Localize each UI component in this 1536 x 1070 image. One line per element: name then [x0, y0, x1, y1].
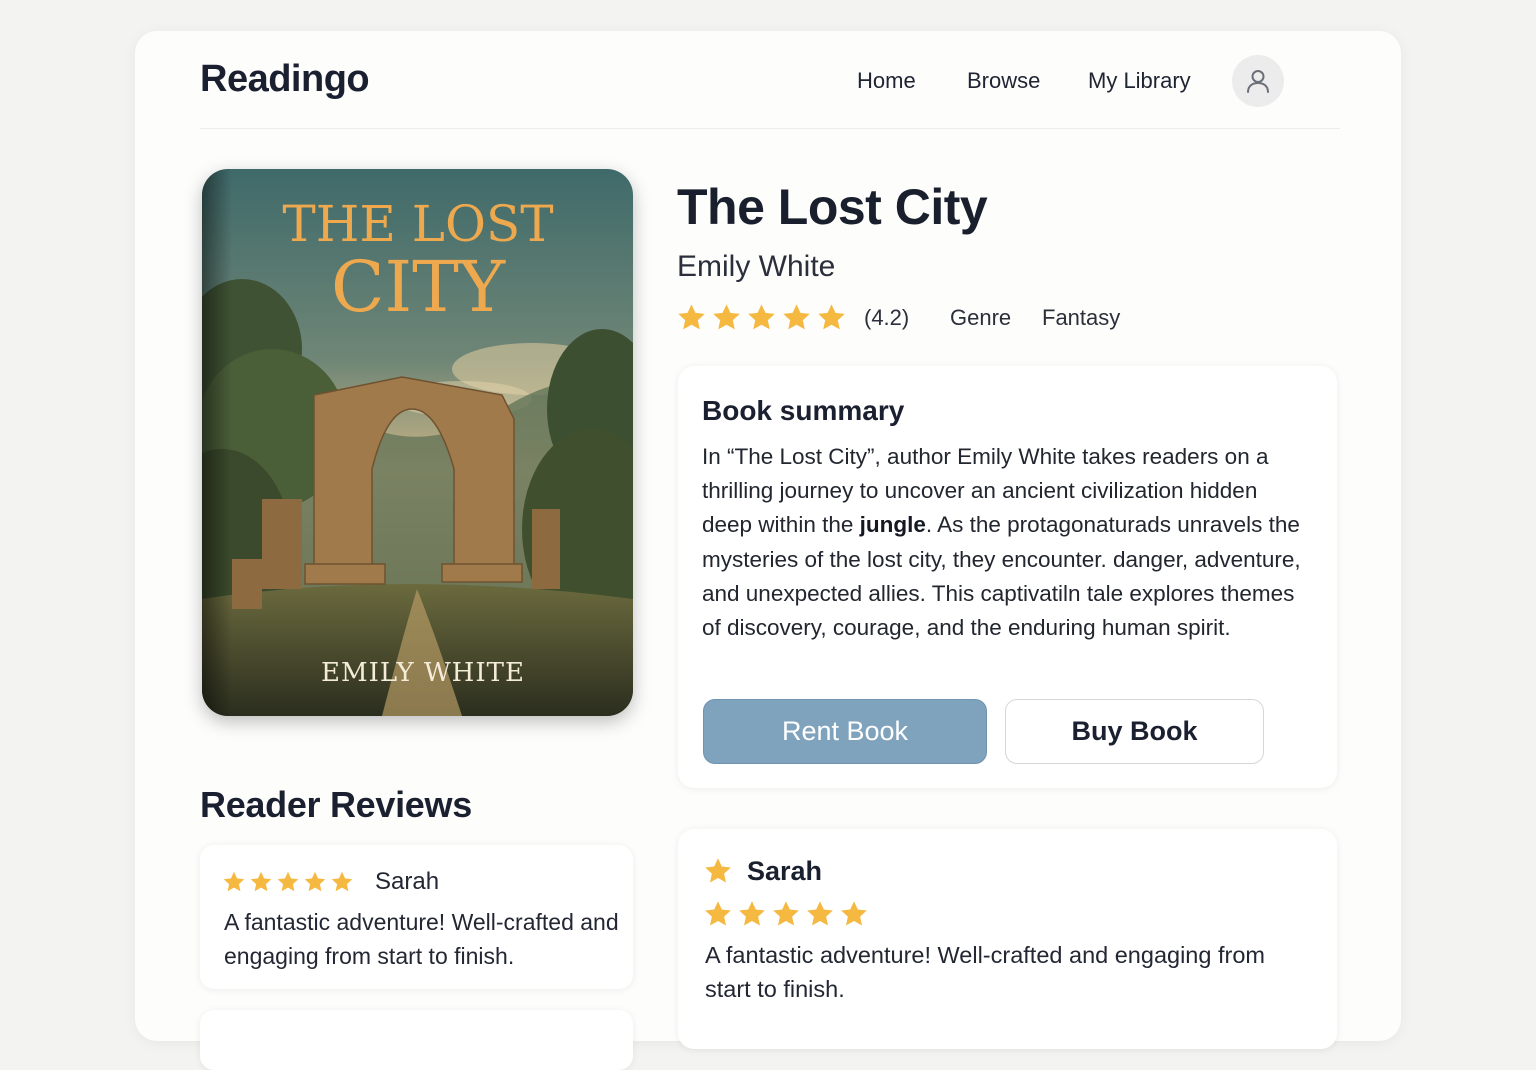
- rating-stars: [676, 302, 847, 333]
- star-icon: [703, 856, 733, 886]
- header-divider: [200, 128, 1340, 129]
- star-icon: [783, 304, 810, 330]
- review-text: A fantastic adventure! Well-crafted and …: [224, 909, 619, 969]
- star-icon: [739, 901, 765, 926]
- buy-book-button[interactable]: Buy Book: [1005, 699, 1264, 764]
- star-icon: [250, 871, 272, 892]
- star-icon: [807, 901, 833, 926]
- user-icon: [1247, 70, 1269, 93]
- genre-value[interactable]: Fantasy: [1042, 305, 1120, 331]
- book-cover: THE LOST CITY EMILY WHITE: [202, 169, 633, 716]
- rent-book-button[interactable]: Rent Book: [703, 699, 987, 764]
- cover-author: EMILY WHITE: [321, 658, 525, 688]
- summary-text: In “The Lost City”, author Emily White t…: [702, 444, 1301, 641]
- review-text: A fantastic adventure! Well-crafted and …: [705, 942, 1265, 1002]
- nav-home[interactable]: Home: [857, 68, 916, 94]
- rating-value: (4.2): [864, 305, 910, 330]
- reader-reviews-heading: Reader Reviews: [200, 784, 472, 825]
- cover-title-line2: CITY: [331, 246, 506, 328]
- star-icon: [705, 901, 731, 926]
- review-stars: [703, 899, 869, 929]
- genre-label: Genre: [950, 305, 1012, 330]
- star-icon: [748, 304, 775, 330]
- nav-browse[interactable]: Browse: [967, 68, 1040, 94]
- star-icon: [331, 871, 353, 892]
- star-icon: [678, 304, 705, 330]
- star-icon: [705, 858, 731, 883]
- star-icon: [841, 901, 867, 926]
- reviewer-name: Sarah: [747, 856, 823, 886]
- nav-my-library[interactable]: My Library: [1088, 68, 1191, 94]
- book-author[interactable]: Emily White: [677, 250, 835, 284]
- star-icon: [304, 871, 326, 892]
- summary-heading: Book summary: [702, 395, 905, 426]
- reviewer-name: Sarah: [375, 868, 440, 895]
- brand-logo[interactable]: Readingo: [200, 58, 370, 101]
- review-card: [200, 1010, 633, 1070]
- star-icon: [277, 871, 299, 892]
- star-icon: [713, 304, 740, 330]
- star-icon: [818, 304, 845, 330]
- star-icon: [223, 871, 245, 892]
- star-icon: [773, 901, 799, 926]
- user-avatar-button[interactable]: [1232, 55, 1284, 107]
- review-stars: [222, 870, 354, 894]
- cover-title-line1: THE LOST: [282, 195, 553, 253]
- book-title: The Lost City: [677, 179, 988, 235]
